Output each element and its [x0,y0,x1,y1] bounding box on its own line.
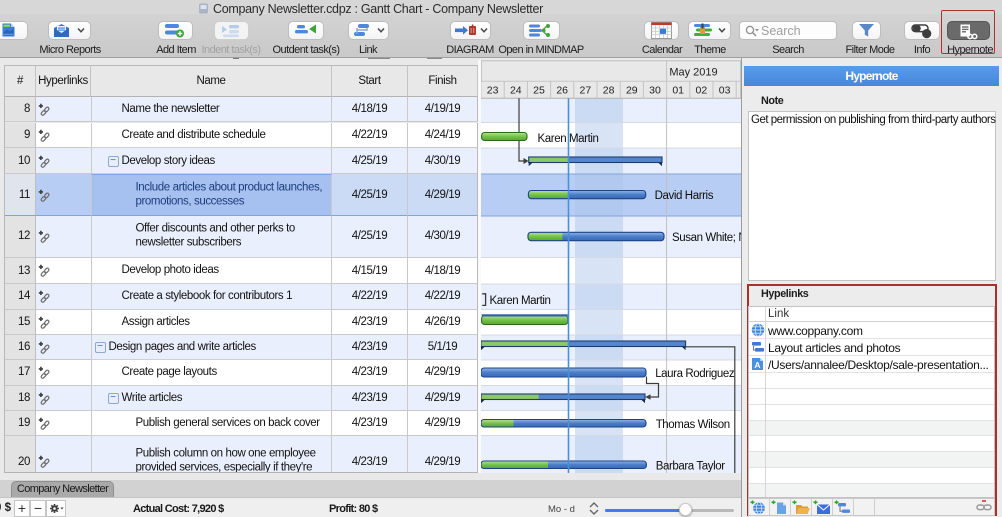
svg-text:23: 23 [487,85,499,97]
svg-text:Barbara Taylor: Barbara Taylor [656,460,726,472]
svg-text:02: 02 [696,85,708,97]
svg-text:28: 28 [603,85,615,97]
svg-text:Susan White; Na: Susan White; Na [672,232,741,244]
svg-text:25: 25 [533,85,545,97]
svg-text:24: 24 [510,85,522,97]
svg-text:03: 03 [719,85,731,97]
svg-text:27: 27 [580,85,592,97]
svg-text:29: 29 [626,85,638,97]
svg-text:Thomas Wilson: Thomas Wilson [656,419,730,431]
svg-text:A: A [754,360,760,370]
svg-text:Laura Rodriguez: Laura Rodriguez [655,368,735,380]
svg-text:May 2019: May 2019 [669,67,717,79]
svg-text:26: 26 [556,85,568,97]
svg-text:30: 30 [649,85,661,97]
svg-text:Karen Martin: Karen Martin [490,295,551,307]
svg-text:01: 01 [672,85,684,97]
svg-text:David Harris: David Harris [655,190,714,202]
